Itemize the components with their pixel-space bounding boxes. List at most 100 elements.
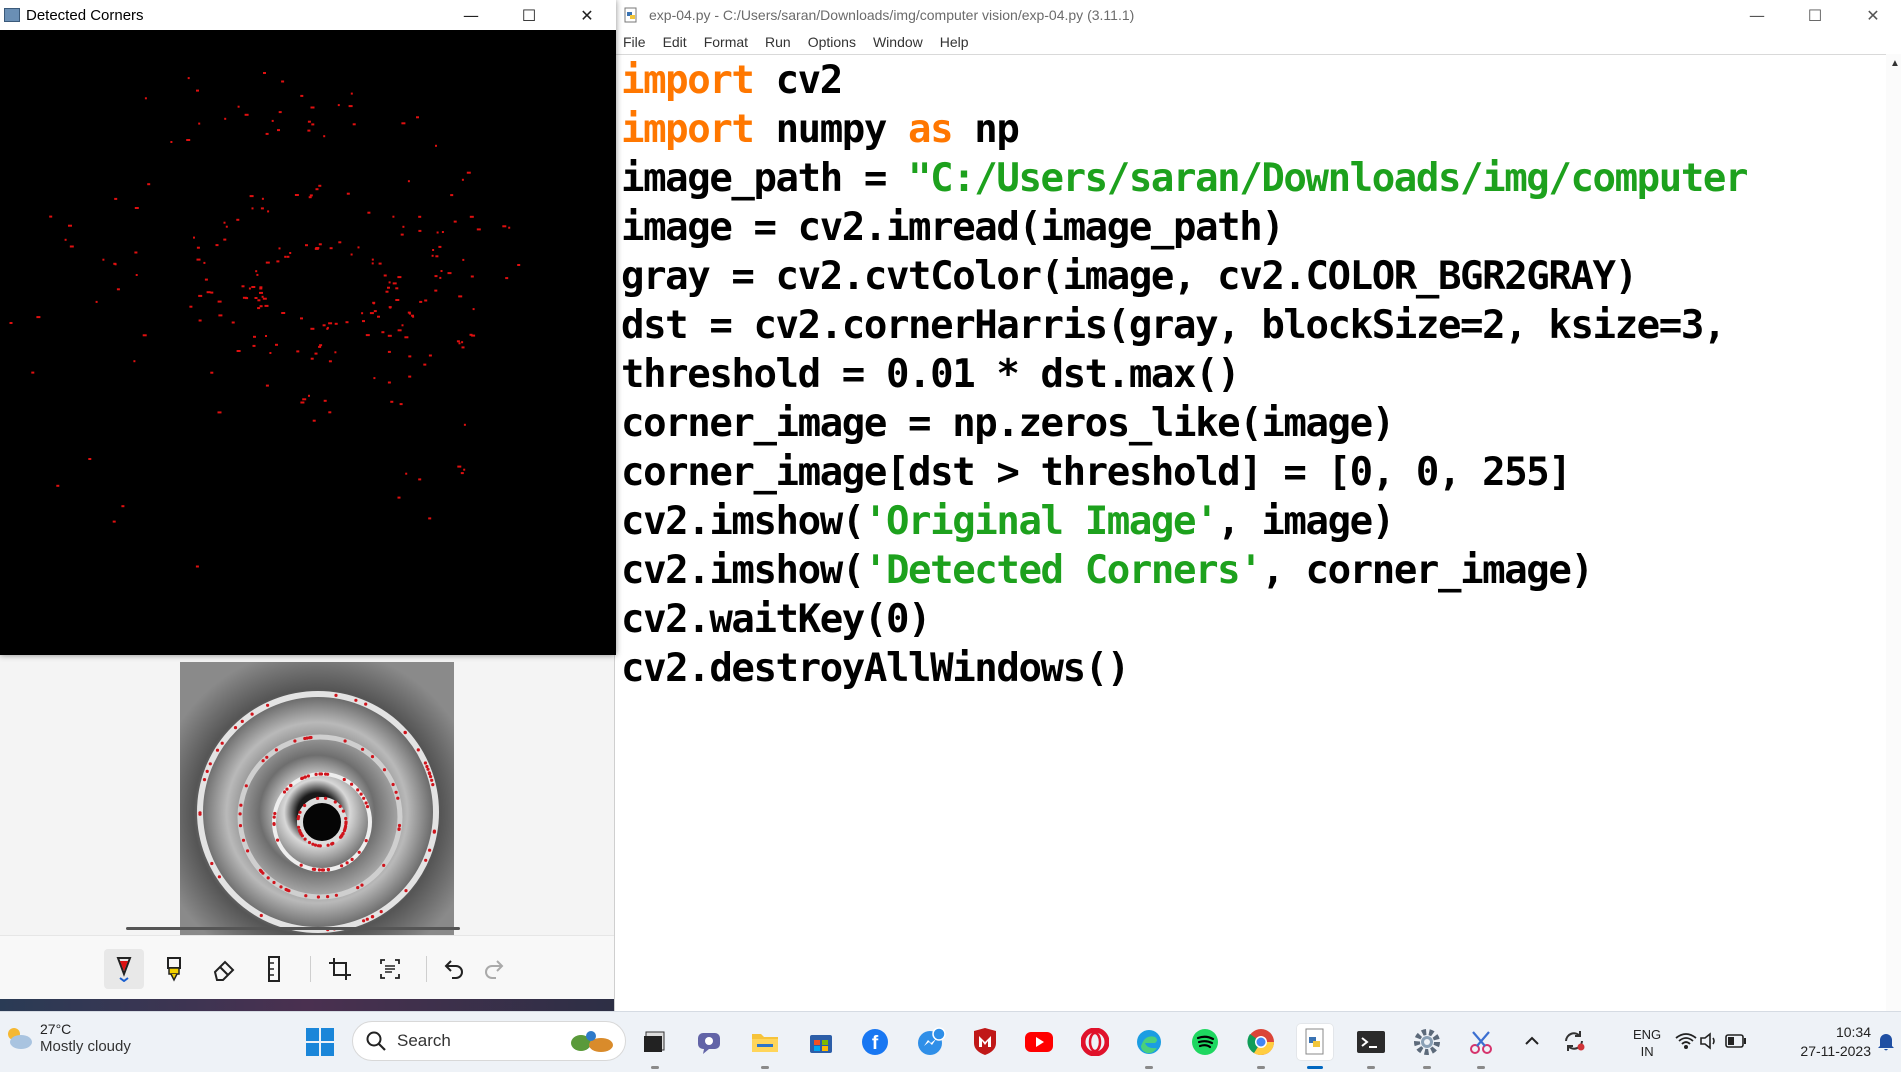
region-code: IN — [1640, 1044, 1654, 1059]
code-text: cv2.imshow( — [621, 499, 865, 544]
menu-file[interactable]: File — [615, 34, 655, 50]
menu-window[interactable]: Window — [865, 34, 932, 50]
code-line[interactable]: cv2.waitKey(0) — [621, 595, 1886, 644]
teams-icon[interactable] — [690, 1023, 728, 1061]
menu-run[interactable]: Run — [757, 34, 800, 50]
crop-icon[interactable] — [320, 949, 360, 989]
facebook-icon[interactable]: f — [856, 1023, 894, 1061]
code-line[interactable]: threshold = 0.01 * dst.max() — [621, 350, 1886, 399]
eraser-icon[interactable] — [204, 949, 244, 989]
desktop-wallpaper-strip — [0, 999, 614, 1011]
horizontal-scrollbar[interactable] — [126, 927, 460, 930]
code-line[interactable]: dst = cv2.cornerHarris(gray, blockSize=2… — [621, 301, 1886, 350]
chrome-icon[interactable] — [1242, 1023, 1280, 1069]
close-button[interactable]: ✕ — [1844, 0, 1901, 30]
ruler-icon[interactable] — [254, 949, 294, 989]
undo-icon[interactable] — [434, 949, 474, 989]
code-line[interactable]: cv2.destroyAllWindows() — [621, 644, 1886, 693]
highlighter-icon[interactable] — [154, 949, 194, 989]
weather-temperature: 27°C — [40, 1021, 72, 1037]
code-text: corner_image = np.zeros_like(image) — [621, 401, 1395, 446]
snipping-tool-icon[interactable] — [1462, 1023, 1500, 1069]
battery-icon[interactable] — [1725, 1034, 1747, 1048]
vertical-scrollbar[interactable]: ▲ — [1886, 54, 1901, 1011]
input-language[interactable]: ENG IN — [1633, 1026, 1661, 1060]
code-line[interactable]: corner_image[dst > threshold] = [0, 0, 2… — [621, 448, 1886, 497]
minimize-button[interactable]: — — [442, 0, 500, 30]
code-text: image = cv2.imread(image_path) — [621, 205, 1285, 250]
code-line[interactable]: import numpy as np — [621, 105, 1886, 154]
clock-date: 27-11-2023 — [1800, 1043, 1871, 1059]
spotify-icon[interactable] — [1186, 1023, 1224, 1061]
python-idle-icon[interactable] — [1296, 1023, 1334, 1069]
detected-corners-window[interactable]: Detected Corners — ☐ ✕ — [0, 0, 616, 655]
idle-editor-window[interactable]: exp-04.py - C:/Users/saran/Downloads/img… — [614, 0, 1901, 1011]
code-text: cv2 — [753, 58, 844, 103]
python-file-icon — [624, 7, 637, 23]
code-line[interactable]: cv2.imshow('Original Image', image) — [621, 497, 1886, 546]
search-label: Search — [397, 1031, 451, 1050]
weather-widget[interactable]: 27°C Mostly cloudy — [4, 1020, 131, 1056]
redo-icon[interactable] — [474, 949, 514, 989]
menu-edit[interactable]: Edit — [655, 34, 696, 50]
code-string: 'Original Image' — [863, 499, 1219, 544]
snipping-toolbar — [0, 935, 614, 1000]
code-text: cv2.destroyAllWindows() — [621, 646, 1130, 691]
language-code: ENG — [1633, 1027, 1662, 1042]
ballpoint-pen-icon[interactable] — [104, 949, 144, 989]
code-text: threshold = 0.01 * dst.max() — [621, 352, 1241, 397]
menu-options[interactable]: Options — [800, 34, 865, 50]
volume-icon[interactable] — [1699, 1032, 1719, 1050]
edge-icon[interactable] — [1130, 1023, 1168, 1069]
code-text: dst = cv2.cornerHarris(gray, blockSize=2… — [621, 303, 1726, 348]
code-line[interactable]: image_path = "C:/Users/saran/Downloads/i… — [621, 154, 1886, 203]
wifi-icon[interactable] — [1675, 1032, 1697, 1050]
snipping-tool-window — [0, 655, 614, 1011]
detected-corners-image — [0, 30, 616, 655]
clock[interactable]: 10:34 27-11-2023 — [1761, 1023, 1871, 1061]
code-editor[interactable]: import cv2 import numpy as np image_path =… — [621, 56, 1886, 1006]
youtube-icon[interactable] — [1020, 1023, 1058, 1061]
code-line[interactable]: gray = cv2.cvtColor(image, cv2.COLOR_BGR… — [621, 252, 1886, 301]
maximize-button[interactable]: ☐ — [1786, 0, 1844, 30]
code-text: numpy — [753, 107, 909, 152]
notification-bell-icon[interactable] — [1877, 1032, 1895, 1052]
code-text: , corner_image) — [1261, 548, 1594, 593]
messenger-icon[interactable] — [912, 1023, 950, 1061]
windows-start-icon[interactable] — [304, 1026, 336, 1058]
minimize-button[interactable]: — — [1728, 0, 1786, 30]
chevron-up-icon[interactable] — [1523, 1032, 1541, 1050]
maximize-button[interactable]: ☐ — [500, 0, 558, 30]
opera-icon[interactable] — [1076, 1023, 1114, 1061]
code-keyword: import — [621, 107, 755, 152]
toolbar-separator — [310, 956, 311, 982]
settings-icon[interactable] — [1408, 1023, 1446, 1069]
idle-titlebar[interactable]: exp-04.py - C:/Users/saran/Downloads/img… — [615, 0, 1901, 30]
menu-help[interactable]: Help — [932, 34, 978, 50]
window-title: Detected Corners — [26, 6, 144, 24]
code-line[interactable]: corner_image = np.zeros_like(image) — [621, 399, 1886, 448]
detected-corners-titlebar[interactable]: Detected Corners — ☐ ✕ — [0, 0, 616, 30]
code-text: corner_image[dst > threshold] = [0, 0, 2… — [621, 450, 1572, 495]
menu-bar: File Edit Format Run Options Window Help — [615, 30, 1901, 55]
search-icon — [366, 1031, 386, 1051]
search-highlight-icon — [571, 1031, 613, 1052]
close-button[interactable]: ✕ — [558, 0, 616, 30]
code-line[interactable]: cv2.imshow('Detected Corners', corner_im… — [621, 546, 1886, 595]
sync-icon[interactable] — [1561, 1028, 1587, 1054]
menu-format[interactable]: Format — [696, 34, 757, 50]
text-actions-icon[interactable] — [370, 949, 410, 989]
cloudy-weather-icon — [8, 1028, 32, 1049]
folder-icon[interactable] — [746, 1023, 784, 1069]
file-explorer-icon[interactable] — [636, 1023, 674, 1069]
terminal-icon[interactable] — [1352, 1023, 1390, 1069]
toolbar-separator — [426, 956, 427, 982]
code-string: 'Detected Corners' — [863, 548, 1263, 593]
taskbar-search-box[interactable]: Search — [352, 1021, 626, 1061]
mcafee-icon[interactable] — [966, 1023, 1004, 1061]
code-line[interactable]: image = cv2.imread(image_path) — [621, 203, 1886, 252]
code-text: image_path = — [621, 156, 909, 201]
scroll-up-icon[interactable]: ▲ — [1890, 58, 1900, 69]
store-icon[interactable] — [802, 1023, 840, 1061]
code-line[interactable]: import cv2 — [621, 56, 1886, 105]
